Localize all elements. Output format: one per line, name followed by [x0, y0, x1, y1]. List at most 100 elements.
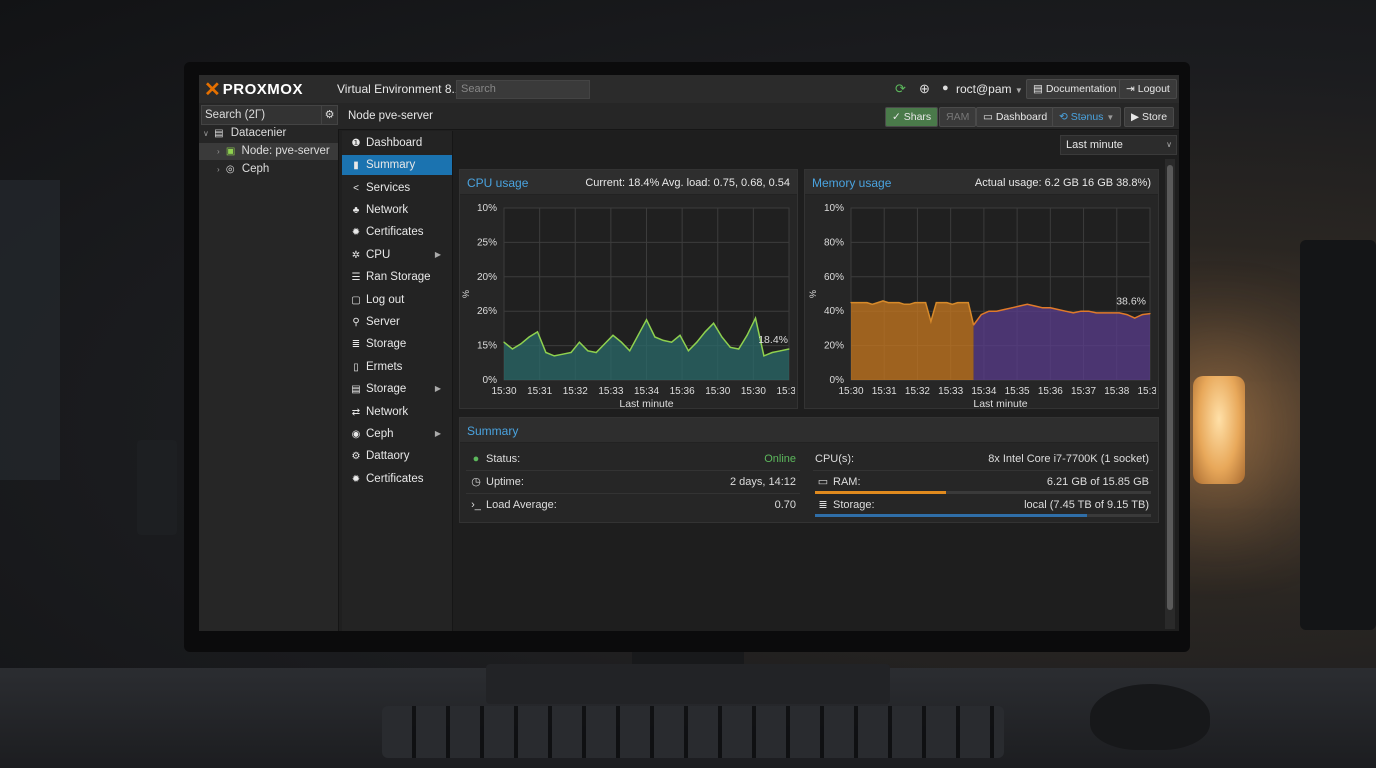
keyboard	[382, 706, 1004, 758]
network-icon: ♣	[352, 205, 360, 216]
panel-header: CPU usage Current: 18.4% Avg. load: 0.75…	[460, 170, 797, 195]
refresh-icon[interactable]: ⟳	[895, 81, 906, 97]
user-menu[interactable]: roct@pam ▼	[956, 82, 1023, 96]
ceph-icon: ◎	[225, 164, 235, 175]
memory-series-orange-point	[861, 302, 863, 304]
status-dropdown-button[interactable]: ⟲ Stənus ▼	[1052, 107, 1122, 127]
chevron-down-icon: ▼	[1106, 113, 1115, 122]
memory-series-orange-point	[957, 302, 959, 304]
menu-item-dashboard[interactable]: ❶ Dashboard	[342, 133, 452, 153]
menu-label: Dashboard	[366, 137, 423, 149]
memory-series-purple-point	[1042, 307, 1044, 309]
book-icon: ▮	[353, 160, 359, 171]
memory-series-purple-point	[1126, 314, 1128, 316]
memory-series-orange-point	[946, 302, 948, 304]
menu-item-summary[interactable]: ▮ Summary	[342, 155, 452, 175]
menu-item-ran-storage[interactable]: ☰ Ran Storage	[342, 267, 452, 287]
cpu-last-value-label: 18.4%	[758, 334, 788, 346]
menu-item-storage-2[interactable]: ▤ Storage ▶	[342, 379, 452, 399]
tree-search-input[interactable]: Search (2Γ)	[201, 105, 322, 125]
menu-item-ermets[interactable]: ▯ Ermets	[342, 357, 452, 377]
memory-series-orange-point	[919, 302, 921, 304]
storage-label: Storage:	[833, 499, 875, 511]
ceph-icon: ◉	[351, 429, 361, 440]
cpu-series-point	[679, 334, 681, 336]
tree-item-label: Node: pve-server	[241, 145, 330, 157]
status-value: Online	[764, 453, 796, 465]
globe-icon[interactable]: ⊕	[919, 81, 930, 97]
ram-value: 6.21 GB of 15.85 GB	[1046, 476, 1149, 488]
x-tick-label: 15:31	[527, 386, 552, 397]
memory-series-purple-point	[1065, 310, 1067, 312]
load-average-value: 0.70	[774, 499, 796, 511]
menu-item-dattaory[interactable]: ⚙ Dattaory	[342, 446, 452, 466]
logo-text: PROXMOX	[222, 80, 303, 98]
menu-item-ceph[interactable]: ◉ Ceph ▶	[342, 424, 452, 444]
share-icon: <	[353, 183, 359, 194]
menu-label: Log out	[366, 294, 405, 306]
menu-item-network[interactable]: ♣ Network	[342, 200, 452, 220]
cpu-series-point	[562, 353, 564, 355]
cpu-series-point	[729, 346, 731, 348]
scrollbar[interactable]	[1165, 159, 1175, 629]
uptime-row: ◷ Uptime: 2 days, 14:12	[466, 471, 800, 494]
tree-item-datacenter[interactable]: ∨ ▤ Datacenier	[199, 125, 338, 142]
ram-icon: ▭	[817, 476, 829, 488]
y-tick-label: 0%	[483, 375, 498, 386]
ram-button[interactable]: ЯAM	[939, 107, 977, 127]
cpu-series-point	[704, 331, 706, 333]
cpu-series-point	[645, 319, 648, 321]
panel-header: Summary	[460, 418, 1158, 443]
y-tick-label: 80%	[824, 237, 844, 248]
cpu-series-point	[771, 351, 773, 354]
cpu-series-point	[754, 317, 757, 319]
menu-label: Certificates	[366, 473, 424, 485]
summary-content: Last minute ∨ CPU usage Current: 18.4% Av…	[453, 131, 1179, 631]
menu-item-log-out[interactable]: ▢ Log out	[342, 290, 452, 310]
documentation-button[interactable]: ▤ Documentation	[1026, 79, 1124, 99]
uptime-label: Uptime:	[486, 476, 524, 488]
memory-series-purple-point	[1118, 312, 1120, 314]
menu-item-cpu[interactable]: ✲ CPU ▶	[342, 245, 452, 265]
memory-series-orange-point	[962, 302, 964, 304]
menu-label: Summary	[366, 159, 416, 171]
user-icon: ●	[942, 82, 949, 94]
tree-item-node[interactable]: › ▣ Node: pve-server	[199, 143, 338, 160]
menu-item-server[interactable]: ⚲ Server	[342, 312, 452, 332]
memory-series-orange-point	[951, 303, 953, 305]
menu-item-certificates[interactable]: ✹ Certificates	[342, 222, 452, 242]
cpu-series-point	[595, 351, 597, 354]
memory-series-orange-point	[887, 302, 889, 304]
menu-item-certificates-2[interactable]: ✹ Certificates	[342, 469, 452, 489]
screen: ✕ PROXMOX Virtual Environment 8.1) Searc…	[199, 75, 1179, 631]
node-header: Node pve-server ✓ Shars ЯAM ▭ Dashboard …	[338, 103, 1179, 130]
store-button[interactable]: ▶ Store	[1124, 107, 1175, 127]
menu-item-storage[interactable]: ≣ Storage	[342, 334, 452, 354]
x-tick-label: 15:38	[1104, 386, 1129, 397]
x-tick-label: 15:30	[491, 386, 516, 397]
cpu-series-point	[503, 341, 505, 343]
cpu-series-point	[520, 343, 522, 345]
logout-button[interactable]: ⇥ Logout	[1119, 79, 1177, 99]
shell-button[interactable]: ✓ Shars	[885, 107, 939, 127]
gear-icon[interactable]: ⚙	[321, 105, 338, 125]
storage-value: local (7.45 TB of 9.15 TB)	[1024, 499, 1149, 511]
uptime-value: 2 days, 14:12	[729, 476, 796, 488]
cpus-label: CPU(s):	[815, 453, 855, 465]
dashboard-button[interactable]: ▭ Dashboard	[976, 107, 1055, 127]
cpu-series-point	[536, 331, 539, 333]
menu-item-services[interactable]: < Services	[342, 178, 452, 198]
menu-item-network-2[interactable]: ⇄ Network	[342, 402, 452, 422]
global-search-input[interactable]: Search	[456, 80, 590, 99]
memory-series-purple-point	[1103, 312, 1105, 314]
scrollbar-thumb[interactable]	[1167, 165, 1173, 610]
y-axis-label: %	[461, 290, 471, 298]
cpu-series-point	[578, 341, 581, 343]
timeframe-select[interactable]: Last minute ∨	[1060, 135, 1177, 155]
check-icon: ✓	[892, 111, 901, 123]
x-tick-label: 15:31	[776, 386, 795, 397]
cpu-series-point	[570, 351, 572, 354]
tree-item-ceph[interactable]: › ◎ Ceph	[199, 161, 338, 178]
memory-series-purple-point	[972, 324, 975, 326]
y-tick-label: 40%	[824, 306, 844, 317]
